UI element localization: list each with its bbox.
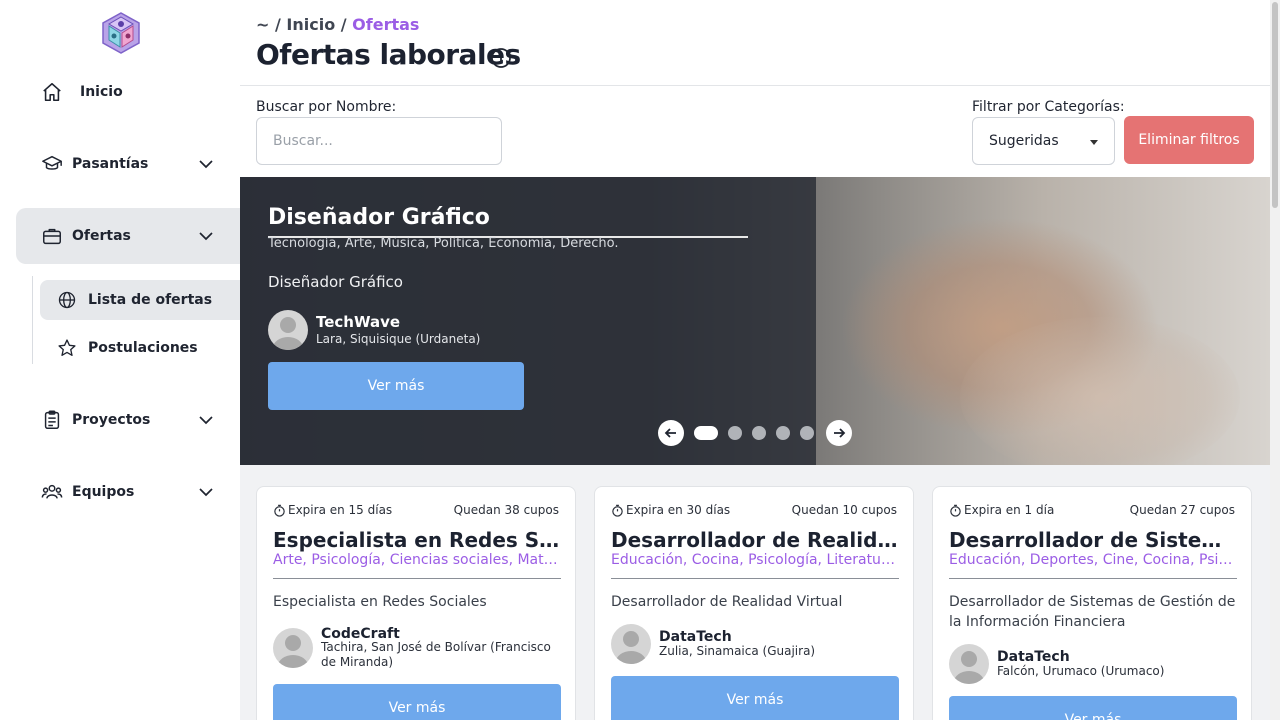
chevron-down-icon[interactable] [196, 226, 216, 246]
breadcrumb: ~ / Inicio / Ofertas [256, 15, 419, 34]
featured-offer-title: Diseñador Gráfico [268, 205, 490, 230]
company-name: DataTech [997, 649, 1070, 665]
sidebar-item-label: Equipos [72, 484, 135, 500]
offer-description: Desarrollador de Sistemas de Gestión de … [949, 594, 1236, 630]
chevron-down-icon[interactable] [196, 482, 216, 502]
remaining-slots: Quedan 10 cupos [791, 503, 897, 517]
featured-offer-description: Diseñador Gráfico [268, 273, 403, 291]
home-icon [40, 80, 64, 104]
offer-title: Desarrollador de Sistemas de Gestión [949, 528, 1237, 552]
sidebar-item-label: Inicio [80, 84, 123, 100]
offer-categories: Arte, Psicología, Ciencias sociales, Mat… [273, 552, 561, 568]
users-icon [40, 480, 64, 504]
expiration-info: Expira en 15 días [273, 503, 392, 517]
offer-card[interactable]: Expira en 15 días Quedan 38 cupos Especi… [256, 486, 576, 720]
category-select-value: Sugeridas [989, 133, 1059, 149]
chevron-down-icon[interactable] [196, 154, 216, 174]
star-icon [56, 337, 78, 359]
offer-card[interactable]: Expira en 30 días Quedan 10 cupos Desarr… [594, 486, 914, 720]
offer-title: Desarrollador de Realidad Virtual [611, 528, 899, 552]
sidebar: Inicio Pasantías Ofertas Lista de oferta… [0, 0, 240, 720]
arrow-left-icon [664, 428, 676, 438]
graduation-cap-icon [40, 152, 64, 176]
card-divider [949, 578, 1237, 579]
card-divider [273, 578, 561, 579]
expiration-text: Expira en 30 días [626, 503, 731, 517]
sidebar-item-ofertas[interactable]: Ofertas [16, 208, 240, 264]
expiration-text: Expira en 1 día [964, 503, 1055, 517]
company-location: Tachira, San José de Bolívar (Francisco … [321, 640, 551, 669]
featured-see-more-button[interactable]: Ver más [268, 362, 524, 410]
offer-title: Especialista en Redes Sociales [273, 528, 561, 552]
search-label: Buscar por Nombre: [256, 99, 397, 115]
scrollbar-thumb[interactable] [1272, 2, 1278, 208]
expiration-text: Expira en 15 días [288, 503, 393, 517]
breadcrumb-current: Ofertas [352, 15, 420, 34]
company-avatar [949, 644, 989, 684]
search-input[interactable] [256, 117, 502, 165]
company-avatar [273, 628, 313, 668]
carousel-dot[interactable] [728, 426, 742, 440]
category-filter-label: Filtrar por Categorías: [972, 99, 1125, 115]
category-select[interactable]: Sugeridas [972, 117, 1115, 165]
offer-card[interactable]: Expira en 1 día Quedan 27 cupos Desarrol… [932, 486, 1252, 720]
timer-icon [950, 504, 961, 517]
sidebar-subitem-lista-de-ofertas[interactable]: Lista de ofertas [40, 280, 240, 320]
app-root: Inicio Pasantías Ofertas Lista de oferta… [0, 0, 1280, 720]
sidebar-item-proyectos[interactable]: Proyectos [16, 392, 240, 448]
sidebar-item-label: Proyectos [72, 412, 151, 428]
company-location: Zulia, Sinamaica (Guajira) [659, 644, 816, 658]
company-avatar [268, 310, 308, 350]
remaining-slots: Quedan 38 cupos [453, 503, 559, 517]
offer-description: Especialista en Redes Sociales [273, 594, 487, 610]
carousel-background-image [960, 317, 1240, 465]
clear-filters-button[interactable]: Eliminar filtros [1124, 116, 1254, 164]
see-more-button[interactable]: Ver más [949, 696, 1237, 720]
featured-carousel: Diseñador Gráfico Tecnología, Arte, Músi… [240, 177, 1270, 465]
clipboard-icon [40, 408, 64, 432]
see-more-button[interactable]: Ver más [273, 684, 561, 720]
carousel-dot[interactable] [694, 426, 718, 440]
company-avatar [611, 624, 651, 664]
remaining-slots: Quedan 27 cupos [1129, 503, 1235, 517]
company-location: Falcón, Urumaco (Urumaco) [997, 664, 1165, 678]
page-header: ~ / Inicio / Ofertas Ofertas laborales [240, 0, 1270, 86]
carousel-dot[interactable] [776, 426, 790, 440]
submenu-divider [32, 276, 33, 364]
company-name: DataTech [659, 629, 732, 645]
carousel-dot[interactable] [752, 426, 766, 440]
sidebar-subitem-label: Postulaciones [88, 340, 198, 356]
globe-icon [56, 289, 78, 311]
page-title: Ofertas laborales [256, 38, 521, 71]
caret-down-icon [1090, 140, 1098, 145]
sidebar-subitem-postulaciones[interactable]: Postulaciones [40, 328, 240, 368]
carousel-prev-button[interactable] [658, 420, 684, 446]
offer-categories: Educación, Deportes, Cine, Cocina, Psico… [949, 552, 1237, 568]
sidebar-subitem-label: Lista de ofertas [88, 292, 213, 308]
card-divider [611, 578, 899, 579]
timer-icon [274, 504, 285, 517]
sidebar-item-label: Ofertas [72, 228, 131, 244]
offer-description: Desarrollador de Realidad Virtual [611, 594, 843, 610]
timer-icon [612, 504, 623, 517]
info-icon[interactable] [490, 47, 512, 69]
featured-company-name: TechWave [316, 313, 401, 331]
offer-categories: Educación, Cocina, Psicología, Literatur… [611, 552, 899, 568]
sidebar-item-equipos[interactable]: Equipos [16, 464, 240, 520]
sidebar-item-pasantias[interactable]: Pasantías [16, 136, 240, 192]
see-more-button[interactable]: Ver más [611, 676, 899, 720]
expiration-info: Expira en 30 días [611, 503, 730, 517]
featured-offer-categories: Tecnología, Arte, Música, Política, Econ… [268, 236, 619, 251]
featured-company-location: Lara, Siquisique (Urdaneta) [316, 332, 481, 346]
carousel-dot[interactable] [800, 426, 814, 440]
briefcase-icon [40, 224, 64, 248]
sidebar-item-label: Pasantías [72, 156, 149, 172]
carousel-next-button[interactable] [826, 420, 852, 446]
arrow-right-icon [834, 428, 846, 438]
app-logo[interactable] [99, 11, 143, 55]
sidebar-item-inicio[interactable]: Inicio [16, 64, 240, 120]
breadcrumb-path[interactable]: ~ / Inicio / [256, 15, 352, 34]
expiration-info: Expira en 1 día [949, 503, 1054, 517]
chevron-down-icon[interactable] [196, 410, 216, 430]
